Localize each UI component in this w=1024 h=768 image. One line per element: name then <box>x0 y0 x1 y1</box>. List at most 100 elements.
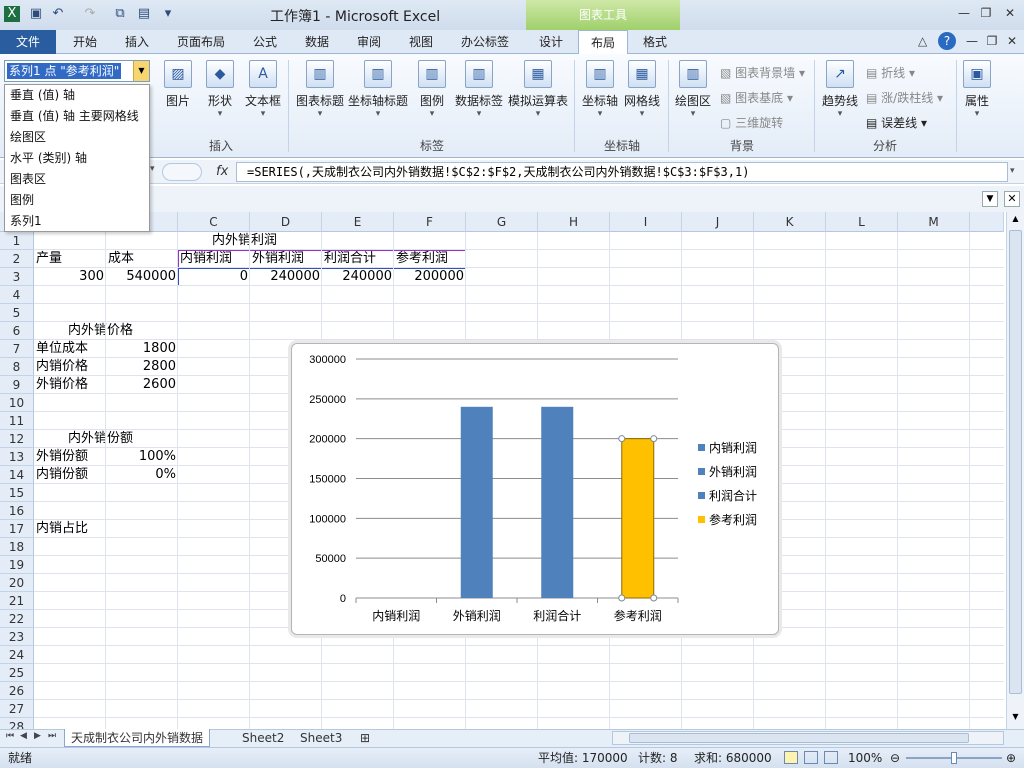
cell-b13[interactable]: 100% <box>106 448 176 466</box>
formula-bar-expander[interactable] <box>162 163 202 181</box>
selection-handle[interactable] <box>650 435 658 443</box>
row-header[interactable]: 6 <box>0 322 34 340</box>
row-header[interactable]: 21 <box>0 592 34 610</box>
zoom-slider-thumb[interactable] <box>951 752 957 764</box>
row-header[interactable]: 16 <box>0 502 34 520</box>
tab-format[interactable]: 格式 <box>632 30 678 54</box>
tab-insert[interactable]: 插入 <box>114 30 160 54</box>
horizontal-scroll-thumb[interactable] <box>629 733 969 743</box>
row-header[interactable]: 4 <box>0 286 34 304</box>
row-header[interactable]: 10 <box>0 394 34 412</box>
insert-function-button[interactable]: fx <box>216 164 228 179</box>
row-header[interactable]: 20 <box>0 574 34 592</box>
tab-list-chevron-icon[interactable]: ▼ <box>982 191 998 207</box>
column-header[interactable]: F <box>394 212 466 232</box>
undo-icon[interactable]: ↶ <box>50 6 66 22</box>
sheet-tab[interactable]: Sheet2 <box>236 729 290 747</box>
scroll-up-icon[interactable]: ▲ <box>1009 214 1022 228</box>
ribbon-collapse-icon[interactable]: △ <box>918 34 927 48</box>
cell-a7[interactable]: 单位成本 <box>36 340 88 358</box>
zoom-level[interactable]: 100% <box>848 748 882 768</box>
workbook-minimize-icon[interactable]: — <box>962 34 982 50</box>
row-header[interactable]: 8 <box>0 358 34 376</box>
insert-sheet-icon[interactable]: ⊞ <box>354 729 376 747</box>
cell-b3[interactable]: 540000 <box>106 268 176 286</box>
tab-formulas[interactable]: 公式 <box>242 30 288 54</box>
tab-review[interactable]: 审阅 <box>346 30 392 54</box>
cell-b14[interactable]: 0% <box>106 466 176 484</box>
legend-button[interactable]: ▥ 图例 ▾ <box>414 60 450 119</box>
gridlines-button[interactable]: ▦ 网格线 ▾ <box>622 60 662 119</box>
help-icon[interactable]: ? <box>938 32 956 50</box>
chart-bar[interactable] <box>460 406 493 598</box>
column-header[interactable]: I <box>610 212 682 232</box>
dropdown-option[interactable]: 系列1 <box>5 211 149 232</box>
save-icon[interactable]: ▣ <box>28 6 44 22</box>
tab-file[interactable]: 文件 <box>0 30 56 54</box>
paste-icon[interactable]: ▤ <box>136 6 152 22</box>
tab-close-icon[interactable]: ✕ <box>1004 191 1020 207</box>
row-header[interactable]: 14 <box>0 466 34 484</box>
row-header[interactable]: 5 <box>0 304 34 322</box>
cell-a9[interactable]: 外销价格 <box>36 376 88 394</box>
selection-handle[interactable] <box>650 594 658 602</box>
column-header-partial[interactable] <box>970 212 1004 232</box>
page-layout-view-icon[interactable] <box>804 751 818 764</box>
normal-view-icon[interactable] <box>784 751 798 764</box>
properties-button[interactable]: ▣ 属性 ▾ <box>960 60 994 119</box>
sheet-nav-last-icon[interactable]: ⏭ <box>48 731 56 741</box>
cell-a12[interactable]: 内外销份额 <box>68 430 133 448</box>
cell-a3[interactable]: 300 <box>34 268 104 286</box>
chart-bar[interactable] <box>541 406 574 598</box>
selection-handle[interactable] <box>618 594 626 602</box>
redo-icon[interactable]: ↷ <box>82 6 98 22</box>
row-header[interactable]: 12 <box>0 430 34 448</box>
3d-rotation-button[interactable]: ▢ 三维旋转 <box>720 114 783 131</box>
sheet-tab[interactable]: Sheet3 <box>294 729 348 747</box>
tab-page-layout[interactable]: 页面布局 <box>168 30 234 54</box>
legend-entry[interactable]: 内销利润 <box>709 441 757 455</box>
error-bars-button[interactable]: ▤ 误差线 ▾ <box>866 114 927 131</box>
selection-handle[interactable] <box>618 435 626 443</box>
column-header[interactable]: J <box>682 212 754 232</box>
row-header[interactable]: 26 <box>0 682 34 700</box>
vertical-scrollbar[interactable]: ▲ ▼ <box>1006 212 1024 730</box>
row-header[interactable]: 11 <box>0 412 34 430</box>
data-labels-button[interactable]: ▥ 数据标签 ▾ <box>452 60 506 119</box>
column-header[interactable]: G <box>466 212 538 232</box>
axis-title-button[interactable]: ▥ 坐标轴标题 ▾ <box>346 60 410 119</box>
data-table-button[interactable]: ▦ 模拟运算表 ▾ <box>506 60 570 119</box>
tab-layout[interactable]: 布局 <box>578 30 628 54</box>
row-header[interactable]: 9 <box>0 376 34 394</box>
dropdown-option[interactable]: 垂直 (值) 轴 <box>5 85 149 106</box>
name-box-chevron-icon[interactable]: ▾ <box>150 164 155 174</box>
row-header[interactable]: 18 <box>0 538 34 556</box>
chart-wall-button[interactable]: ▧ 图表背景墙 ▾ <box>720 64 805 81</box>
cell-a8[interactable]: 内销价格 <box>36 358 88 376</box>
dropdown-option[interactable]: 图例 <box>5 190 149 211</box>
row-header[interactable]: 15 <box>0 484 34 502</box>
row-header[interactable]: 19 <box>0 556 34 574</box>
vertical-scroll-thumb[interactable] <box>1009 230 1022 694</box>
trendline-button[interactable]: ↗ 趋势线 ▾ <box>818 60 862 119</box>
cell-b9[interactable]: 2600 <box>106 376 176 394</box>
close-icon[interactable]: ✕ <box>1000 6 1020 22</box>
dropdown-option[interactable]: 垂直 (值) 轴 主要网格线 <box>5 106 149 127</box>
workbook-close-icon[interactable]: ✕ <box>1002 34 1022 50</box>
copy-icon[interactable]: ⧉ <box>112 6 128 22</box>
plot-area-button[interactable]: ▥ 绘图区 ▾ <box>672 60 714 119</box>
column-header[interactable]: M <box>898 212 970 232</box>
formula-expand-icon[interactable]: ▾ <box>1010 166 1015 176</box>
minimize-icon[interactable]: — <box>954 6 974 22</box>
sheet-nav-prev-icon[interactable]: ◀ <box>20 731 27 741</box>
shape-button[interactable]: ◆ 形状 ▾ <box>200 60 240 119</box>
tab-view[interactable]: 视图 <box>398 30 444 54</box>
cell-a6[interactable]: 内外销价格 <box>68 322 133 340</box>
scroll-down-icon[interactable]: ▼ <box>1009 712 1022 726</box>
customize-qat-icon[interactable]: ▾ <box>160 6 176 22</box>
up-down-bars-button[interactable]: ▤ 涨/跌柱线 ▾ <box>866 89 943 106</box>
cell-a2[interactable]: 产量 <box>36 250 62 268</box>
chevron-down-icon[interactable]: ▼ <box>133 61 149 81</box>
tab-office-tab[interactable]: 办公标签 <box>452 30 518 54</box>
dropdown-option[interactable]: 图表区 <box>5 169 149 190</box>
